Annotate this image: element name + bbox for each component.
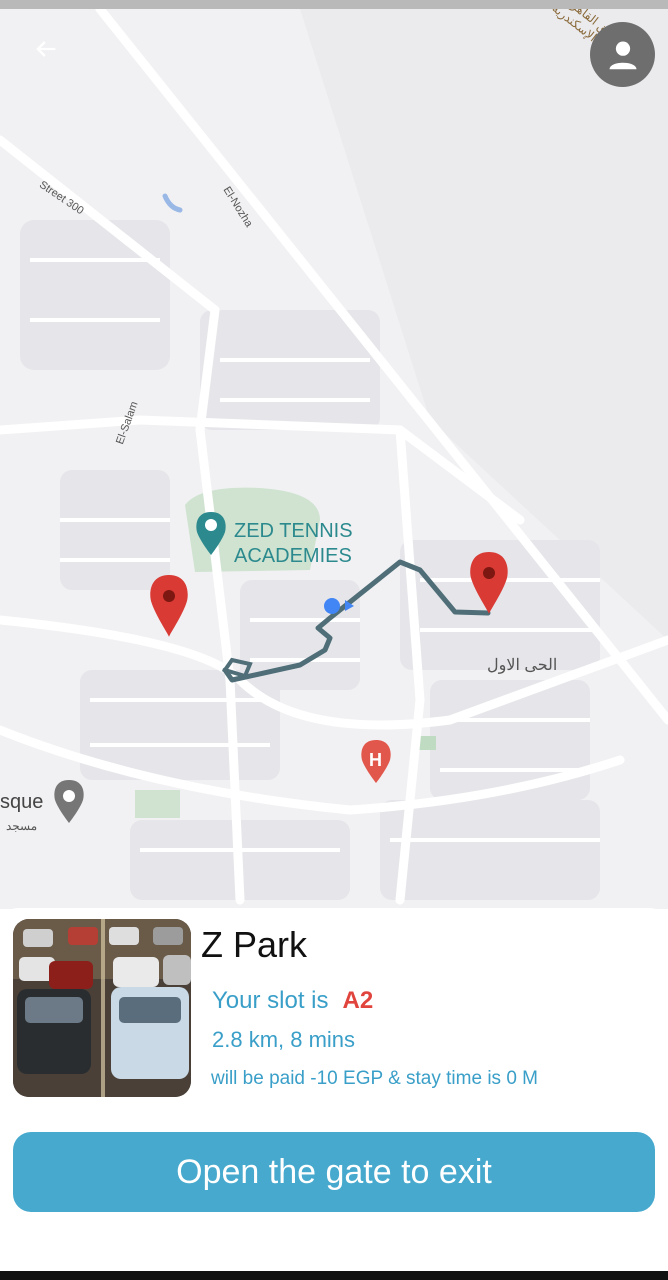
poi-label-line2: ACADEMIES (234, 545, 352, 567)
back-button[interactable] (26, 34, 66, 74)
district-label: الحى الاول (487, 657, 558, 674)
poi-label-line1: ZED TENNIS (234, 520, 353, 542)
mosque-label-arabic: مسجد (6, 819, 38, 833)
slot-info: Your slot is A2 (212, 987, 373, 1015)
map-canvas: H (0, 9, 668, 909)
payment-note: will be paid -10 EGP & stay time is 0 M (211, 1068, 538, 1089)
open-gate-exit-button[interactable]: Open the gate to exit (13, 1132, 655, 1212)
slot-code: A2 (342, 987, 374, 1014)
svg-text:H: H (369, 750, 382, 770)
navigation-bar (0, 1271, 668, 1280)
profile-button[interactable] (590, 22, 655, 87)
map-view[interactable]: H Street 300 El-Nozha El-Salam طريق القا… (0, 9, 668, 909)
status-bar (0, 0, 668, 9)
person-icon (609, 41, 636, 69)
slot-prefix: Your slot is (212, 987, 329, 1014)
parking-name: Z Park (201, 924, 308, 965)
parking-photo (13, 919, 191, 1097)
arrow-left-icon (36, 41, 56, 57)
mosque-label: sque (0, 791, 44, 813)
distance-info: 2.8 km, 8 mins (212, 1027, 356, 1052)
poi-label-tennis: ZED TENNIS ACADEMIES (234, 519, 353, 569)
